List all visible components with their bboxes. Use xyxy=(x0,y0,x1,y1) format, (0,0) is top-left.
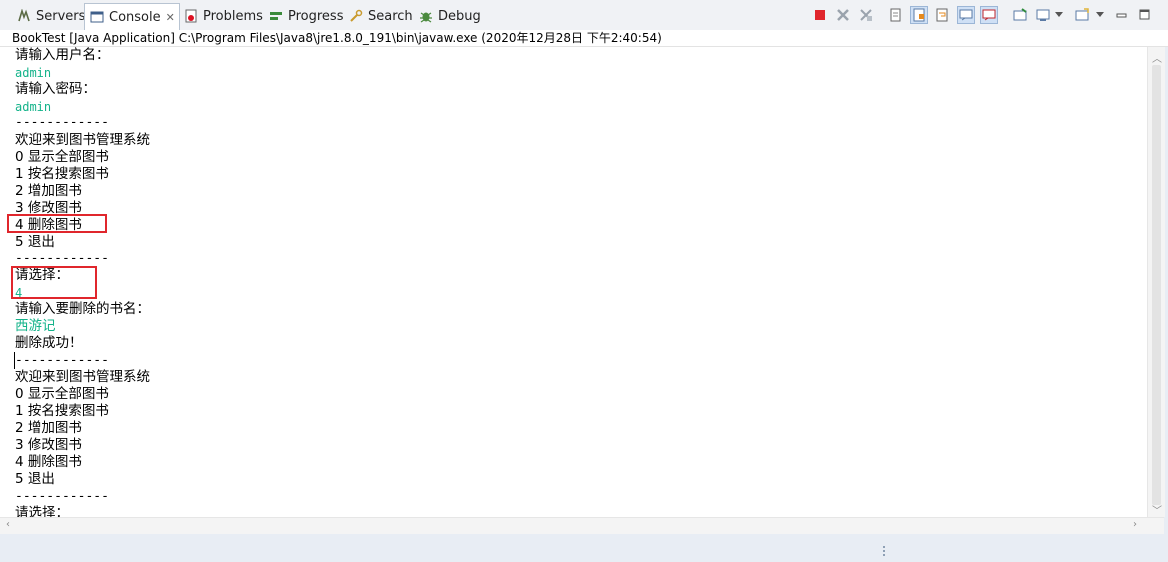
console-line: ------------ xyxy=(15,115,109,130)
console-input-line: 西游记 xyxy=(15,318,56,334)
display-selected-console-icon[interactable] xyxy=(1034,6,1052,24)
console-line: 欢迎来到图书管理系统 xyxy=(15,132,150,148)
console-line: 5 退出 xyxy=(15,471,55,487)
console-input-line: admin xyxy=(15,66,52,80)
terminate-icon[interactable] xyxy=(811,6,829,24)
tab-problems[interactable]: Problems xyxy=(179,4,267,28)
tab-label: Servers xyxy=(36,8,86,24)
console-icon xyxy=(89,9,105,25)
console-line: ------------ xyxy=(15,489,109,504)
scroll-left-icon[interactable]: ‹ xyxy=(6,519,10,530)
scroll-right-icon[interactable]: › xyxy=(1133,519,1137,530)
close-icon[interactable]: ✕ xyxy=(166,11,175,24)
minimize-icon[interactable] xyxy=(1113,6,1131,24)
tab-search[interactable]: Search xyxy=(344,4,417,28)
show-on-stderr-icon[interactable] xyxy=(980,6,998,24)
problems-icon xyxy=(183,8,199,24)
tab-progress[interactable]: Progress xyxy=(264,4,347,28)
console-line: 3 修改图书 xyxy=(15,437,82,453)
tab-label: Search xyxy=(368,8,413,24)
tab-debug[interactable]: Debug xyxy=(414,4,485,28)
progress-icon xyxy=(268,8,284,24)
horizontal-scrollbar[interactable]: ‹ › xyxy=(0,517,1164,534)
console-line: 5 退出 xyxy=(15,234,55,250)
tab-label: Debug xyxy=(438,8,481,24)
highlight-box xyxy=(7,214,107,233)
console-line: 请选择： xyxy=(15,505,69,517)
scroll-down-icon[interactable]: ﹀ xyxy=(1152,502,1162,517)
resize-grip-icon[interactable] xyxy=(882,544,886,560)
tab-console[interactable]: Console ✕ xyxy=(84,3,180,30)
tab-label: Progress xyxy=(288,8,344,24)
highlight-box xyxy=(11,266,97,299)
tab-label: Console xyxy=(109,9,161,25)
console-line: 1 按名搜索图书 xyxy=(15,403,109,419)
maximize-icon[interactable] xyxy=(1136,6,1154,24)
scroll-up-icon[interactable]: ︿ xyxy=(1152,50,1162,65)
console-line: ------------ xyxy=(15,251,109,266)
console-launch-info: BookTest [Java Application] C:\Program F… xyxy=(0,30,1168,47)
search-icon xyxy=(348,8,364,24)
chevron-down-icon[interactable] xyxy=(1053,6,1065,24)
view-tab-bar: Servers Console ✕ Problems Progress Sear… xyxy=(0,0,1168,31)
console-output[interactable]: 请输入用户名： admin 请输入密码： admin ------------ … xyxy=(0,47,1147,517)
console-line: 1 按名搜索图书 xyxy=(15,166,109,182)
servers-icon xyxy=(16,8,32,24)
vertical-scrollbar[interactable]: ︿ ﹀ xyxy=(1147,47,1165,517)
console-line: 请输入密码： xyxy=(15,81,96,97)
tab-label: Problems xyxy=(203,8,263,24)
console-line: 2 增加图书 xyxy=(15,183,82,199)
show-on-stdout-icon[interactable] xyxy=(957,6,975,24)
scrollbar-thumb[interactable] xyxy=(1152,65,1161,505)
remove-all-terminated-icon[interactable] xyxy=(857,6,875,24)
word-wrap-icon[interactable] xyxy=(933,6,951,24)
console-line: 欢迎来到图书管理系统 xyxy=(15,369,150,385)
console-line: 请输入用户名： xyxy=(15,47,110,63)
clear-console-icon[interactable] xyxy=(887,6,905,24)
debug-icon xyxy=(418,8,434,24)
remove-launch-icon[interactable] xyxy=(834,6,852,24)
console-line: ------------ xyxy=(15,353,109,368)
pin-console-icon[interactable] xyxy=(1011,6,1029,24)
console-line: 4 删除图书 xyxy=(15,454,82,470)
console-line: 0 显示全部图书 xyxy=(15,386,109,402)
view-menu-icon[interactable] xyxy=(1094,6,1106,24)
console-line: 删除成功！ xyxy=(15,335,83,351)
tab-servers[interactable]: Servers xyxy=(12,4,89,28)
console-line: 2 增加图书 xyxy=(15,420,82,436)
scroll-lock-icon[interactable] xyxy=(910,6,928,24)
open-console-icon[interactable] xyxy=(1073,6,1091,24)
console-line: 请输入要删除的书名： xyxy=(15,301,150,317)
text-cursor xyxy=(14,352,15,369)
console-line: 0 显示全部图书 xyxy=(15,149,109,165)
